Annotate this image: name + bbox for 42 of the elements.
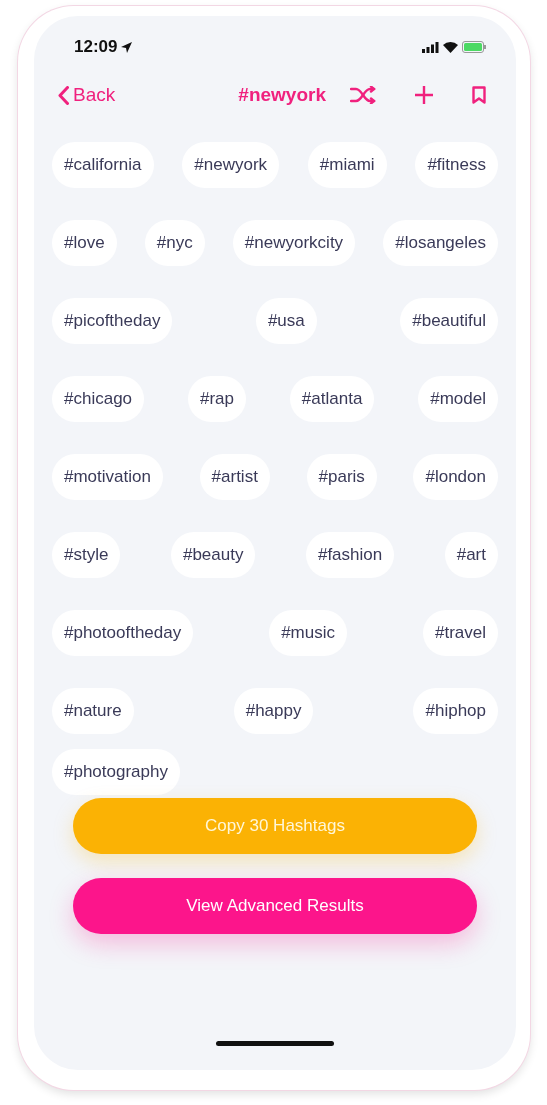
hashtag-chip[interactable]: #picoftheday [52,297,173,345]
hashtag-chip[interactable]: #chicago [52,375,145,423]
hashtag-chip[interactable]: #newyorkcity [232,219,356,267]
hashtag-chip[interactable]: #photography [52,748,180,796]
hashtag-chip[interactable]: #atlanta [289,375,375,423]
hashtag-chip[interactable]: #losangeles [383,219,498,267]
hashtag-chip[interactable]: #artist [199,453,270,501]
hashtag-chip[interactable]: #newyork [182,141,280,189]
back-button[interactable]: Back [58,80,116,110]
battery-icon [462,41,486,53]
hashtag-chip[interactable]: #beauty [170,531,256,579]
hashtag-chip[interactable]: #motivation [52,453,163,501]
hashtag-chip[interactable]: #fitness [415,141,498,189]
hashtag-chip[interactable]: #london [413,453,498,501]
hashtag-chip[interactable]: #california [52,141,154,189]
wifi-icon [443,41,458,53]
status-time: 12:09 [74,36,118,59]
location-arrow-icon [121,41,133,53]
hashtag-chip[interactable]: #miami [307,141,387,189]
hashtag-chip[interactable]: #art [444,531,498,579]
hashtag-chip[interactable]: #fashion [305,531,395,579]
shuffle-icon[interactable] [350,86,376,104]
nav-title: #newyork [238,82,326,107]
hashtag-chip[interactable]: #model [418,375,498,423]
hashtag-chip[interactable]: #travel [422,609,498,657]
hashtag-chip[interactable]: #nyc [144,219,205,267]
hashtag-chip[interactable]: #music [269,609,347,657]
add-icon[interactable] [414,85,434,105]
hashtag-chip[interactable]: #paris [306,453,377,501]
advanced-results-button[interactable]: View Advanced Results [73,878,477,934]
hashtag-chip[interactable]: #photooftheday [52,609,194,657]
hashtag-chip[interactable]: #nature [52,687,134,735]
hashtag-chip[interactable]: #beautiful [400,297,498,345]
hashtag-chip[interactable]: #hiphop [413,687,498,735]
hashtag-chip[interactable]: #usa [255,297,317,345]
signal-icon [422,41,439,53]
hashtag-chip[interactable]: #happy [233,687,314,735]
hashtag-chip[interactable]: #style [52,531,121,579]
bookmark-icon[interactable] [472,86,486,104]
back-chevron-icon [58,85,69,105]
hashtag-chip[interactable]: #love [52,219,117,267]
hashtag-chip[interactable]: #rap [187,375,246,423]
